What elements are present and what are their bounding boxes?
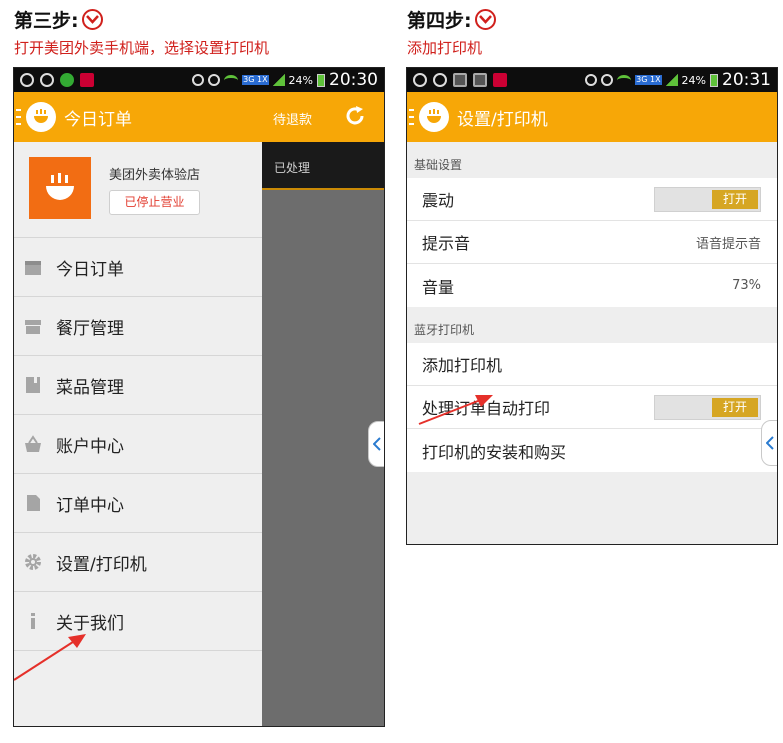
app-icon bbox=[80, 73, 94, 87]
search-icon bbox=[20, 73, 34, 87]
menu-item-label: 设置/打印机 bbox=[56, 554, 147, 575]
setting-value: 语音提示音 bbox=[695, 236, 761, 252]
signal-icon bbox=[665, 74, 678, 86]
menu-icon[interactable] bbox=[409, 109, 414, 125]
refresh-icon[interactable] bbox=[344, 105, 366, 131]
section-header-bluetooth: 蓝牙打印机 bbox=[407, 307, 777, 343]
pending-refund-button[interactable]: 待退款 bbox=[273, 109, 312, 128]
store-header: 美团外卖体验店 已停止营业 bbox=[14, 142, 262, 238]
setting-label: 提示音 bbox=[422, 234, 471, 253]
basket-icon bbox=[24, 435, 42, 453]
menu-icon[interactable] bbox=[16, 109, 21, 125]
app-icon bbox=[493, 73, 507, 87]
drawer-handle[interactable] bbox=[368, 421, 384, 467]
network-indicator: 3G 1X bbox=[242, 75, 269, 85]
phone-screen-right: 3G 1X 24% 20:31 设置/打印机 基础设置 震动 打开 提示音 语音… bbox=[406, 67, 778, 545]
wifi-icon bbox=[617, 74, 632, 86]
content-overlay: 已处理 bbox=[262, 142, 384, 726]
chevron-down-icon bbox=[474, 9, 496, 30]
setting-label: 打印机的安装和购买 bbox=[422, 442, 567, 462]
chevron-down-icon bbox=[81, 9, 103, 30]
page-title: 今日订单 bbox=[64, 109, 132, 130]
clock: 20:30 bbox=[329, 70, 378, 90]
shop-icon bbox=[24, 317, 42, 335]
eye-icon bbox=[192, 74, 205, 86]
toggle-on-label: 打开 bbox=[712, 189, 758, 209]
menu-item-label: 关于我们 bbox=[56, 613, 124, 634]
phone-screen-left: 3G 1X 24% 20:30 今日订单 待退款 已处理 美团外卖体验店 已停止… bbox=[13, 67, 385, 727]
page-title: 设置/打印机 bbox=[457, 109, 548, 130]
menu-item-settings-printer[interactable]: 设置/打印机 bbox=[14, 533, 262, 592]
signal-icon bbox=[272, 74, 285, 86]
search-icon bbox=[413, 73, 427, 87]
menu-item-about[interactable]: 关于我们 bbox=[14, 592, 262, 651]
section-header-basic: 基础设置 bbox=[407, 142, 777, 178]
setting-vibrate[interactable]: 震动 打开 bbox=[407, 178, 777, 221]
tab-processed[interactable]: 已处理 bbox=[262, 142, 384, 190]
setting-volume[interactable]: 音量 73% bbox=[407, 264, 777, 307]
network-indicator: 3G 1X bbox=[635, 75, 662, 85]
vibrate-toggle[interactable]: 打开 bbox=[654, 186, 761, 212]
menu-item-dishes[interactable]: 菜品管理 bbox=[14, 356, 262, 415]
wifi-icon bbox=[224, 74, 239, 86]
menu-item-label: 菜品管理 bbox=[56, 377, 124, 398]
eye-icon bbox=[585, 74, 598, 86]
gear-icon bbox=[24, 553, 42, 571]
store-status-button[interactable]: 已停止营业 bbox=[109, 190, 200, 215]
menu-item-label: 今日订单 bbox=[56, 259, 124, 280]
info-icon bbox=[24, 612, 42, 630]
setting-label: 处理订单自动打印 bbox=[422, 399, 551, 418]
basic-settings-list: 震动 打开 提示音 语音提示音 音量 73% bbox=[407, 178, 777, 307]
alarm-icon bbox=[208, 74, 221, 86]
status-bar: 3G 1X 24% 20:30 bbox=[14, 68, 384, 92]
setting-label: 震动 bbox=[422, 191, 455, 210]
book-icon bbox=[24, 376, 42, 394]
menu-item-account[interactable]: 账户中心 bbox=[14, 415, 262, 474]
app-bar: 今日订单 待退款 bbox=[14, 92, 384, 142]
setting-label: 音量 bbox=[422, 277, 455, 297]
calendar-icon bbox=[24, 258, 42, 276]
setting-sound[interactable]: 提示音 语音提示音 bbox=[407, 221, 777, 264]
setting-label: 添加打印机 bbox=[422, 356, 503, 375]
chevron-left-icon bbox=[766, 436, 774, 450]
battery-icon bbox=[317, 73, 325, 87]
location-icon bbox=[433, 73, 447, 87]
store-name: 美团外卖体验店 bbox=[109, 168, 201, 183]
store-logo bbox=[29, 157, 91, 219]
setting-add-printer[interactable]: 添加打印机 bbox=[407, 343, 777, 386]
setting-auto-print[interactable]: 处理订单自动打印 打开 bbox=[407, 386, 777, 429]
battery-percent: 24% bbox=[681, 73, 706, 87]
step3-subtitle: 打开美团外卖手机端，选择设置打印机 bbox=[14, 39, 270, 57]
image-icon bbox=[473, 73, 487, 87]
setting-value: 73% bbox=[732, 278, 761, 293]
navigation-drawer: 美团外卖体验店 已停止营业 今日订单 餐厅管理 菜品管理 账户中心 订单中心 设… bbox=[14, 142, 262, 726]
menu-item-restaurant[interactable]: 餐厅管理 bbox=[14, 297, 262, 356]
status-bar: 3G 1X 24% 20:31 bbox=[407, 68, 777, 92]
step4-subtitle: 添加打印机 bbox=[407, 39, 483, 57]
document-icon bbox=[24, 494, 42, 512]
app-logo bbox=[419, 102, 449, 132]
menu-item-label: 餐厅管理 bbox=[56, 318, 124, 339]
step4-title: 第四步: bbox=[407, 6, 496, 33]
image-icon bbox=[453, 73, 467, 87]
setting-install-buy[interactable]: 打印机的安装和购买 bbox=[407, 429, 777, 472]
menu-item-order-center[interactable]: 订单中心 bbox=[14, 474, 262, 533]
bluetooth-settings-list: 添加打印机 处理订单自动打印 打开 打印机的安装和购买 bbox=[407, 343, 777, 472]
menu-item-label: 账户中心 bbox=[56, 436, 124, 457]
battery-percent: 24% bbox=[288, 73, 313, 87]
auto-print-toggle[interactable]: 打开 bbox=[654, 394, 761, 420]
toggle-on-label: 打开 bbox=[712, 397, 758, 417]
drawer-handle[interactable] bbox=[761, 420, 777, 466]
alarm-icon bbox=[601, 74, 614, 86]
menu-item-today-orders[interactable]: 今日订单 bbox=[14, 238, 262, 297]
battery-icon bbox=[710, 73, 718, 87]
app-bar: 设置/打印机 bbox=[407, 92, 777, 142]
menu-item-label: 订单中心 bbox=[56, 495, 124, 516]
app-icon bbox=[60, 73, 74, 87]
location-icon bbox=[40, 73, 54, 87]
clock: 20:31 bbox=[722, 70, 771, 90]
step3-title: 第三步: bbox=[14, 6, 103, 33]
chevron-left-icon bbox=[373, 437, 381, 451]
app-logo bbox=[26, 102, 56, 132]
